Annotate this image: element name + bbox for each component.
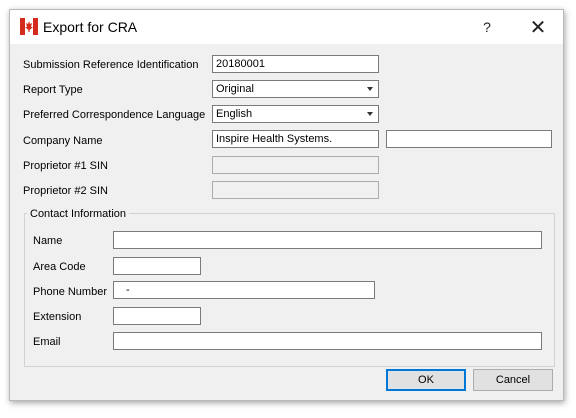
- language-select[interactable]: English: [212, 105, 379, 123]
- close-button[interactable]: ✕: [518, 10, 558, 44]
- company-name-2-input[interactable]: [386, 130, 552, 148]
- proprietor2-sin-label: Proprietor #2 SIN: [23, 185, 108, 197]
- extension-input[interactable]: [113, 307, 201, 325]
- company-name-label: Company Name: [23, 135, 103, 147]
- area-code-input[interactable]: [113, 257, 201, 275]
- company-name-input[interactable]: Inspire Health Systems.: [212, 130, 379, 148]
- language-value: English: [216, 108, 253, 120]
- submission-ref-input[interactable]: 20180001: [212, 55, 379, 73]
- report-type-label: Report Type: [23, 84, 83, 96]
- phone-number-input[interactable]: -: [113, 281, 375, 299]
- proprietor1-sin-label: Proprietor #1 SIN: [23, 160, 108, 172]
- title-bar: Export for CRA ? ✕: [10, 10, 563, 44]
- chevron-down-icon: [367, 112, 373, 116]
- email-label: Email: [33, 336, 61, 348]
- window-title: Export for CRA: [43, 19, 138, 35]
- chevron-down-icon: [367, 87, 373, 91]
- contact-name-input[interactable]: [113, 231, 542, 249]
- ok-button[interactable]: OK: [386, 369, 466, 391]
- language-label: Preferred Correspondence Language: [23, 109, 206, 121]
- contact-name-label: Name: [33, 235, 63, 247]
- extension-label: Extension: [33, 311, 82, 323]
- submission-ref-label: Submission Reference Identification: [23, 59, 199, 71]
- proprietor1-sin-input[interactable]: [212, 156, 379, 174]
- report-type-value: Original: [216, 83, 254, 95]
- contact-information-title: Contact Information: [27, 208, 129, 220]
- help-button[interactable]: ?: [467, 10, 507, 44]
- report-type-select[interactable]: Original: [212, 80, 379, 98]
- phone-number-label: Phone Number: [33, 286, 107, 298]
- canada-flag-icon: [20, 18, 38, 35]
- cancel-button[interactable]: Cancel: [473, 369, 553, 391]
- proprietor2-sin-input[interactable]: [212, 181, 379, 199]
- area-code-label: Area Code: [33, 261, 86, 273]
- email-input[interactable]: [113, 332, 542, 350]
- export-for-cra-dialog: Export for CRA ? ✕ Submission Reference …: [9, 9, 564, 401]
